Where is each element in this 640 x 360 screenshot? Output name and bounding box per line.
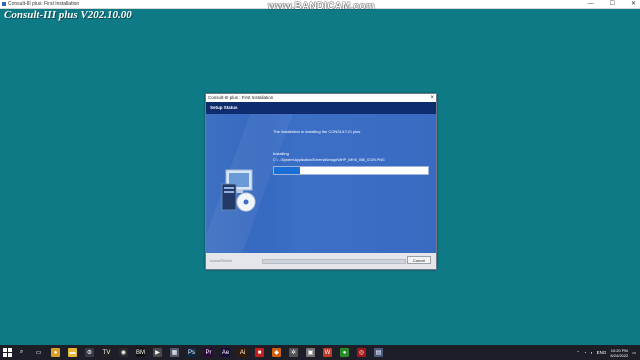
installer-dialog: Consult-III plus : First Installation × … [205,93,437,270]
footer-divider-bar [262,259,406,264]
cancel-button[interactable]: Cancel [407,256,431,264]
install-progress-fill [274,167,301,174]
window-controls: — ☐ ✕ [588,0,636,8]
illustrator-icon[interactable]: Ai [238,348,247,357]
clock-date: 8/24/2022 [610,352,629,358]
volume-icon[interactable]: ◖ [590,350,592,355]
minimize-button[interactable]: — [588,0,594,8]
status-label: Installing [273,151,289,156]
clock-time: 10:20 PM [610,347,628,353]
file-explorer-icon[interactable]: ▬ [68,348,77,357]
app-bm-icon[interactable]: BM [136,348,145,357]
app-orange-icon[interactable]: ◆ [272,348,281,357]
app-red-icon[interactable]: ■ [255,348,264,357]
start-button[interactable] [3,347,13,358]
recording-watermark: www.BANDICAM.com [268,1,375,12]
app-record-icon[interactable]: ◎ [357,348,366,357]
app-tv-icon[interactable]: TV [102,348,111,357]
premiere-icon[interactable]: Pr [204,348,213,357]
after-effects-icon[interactable]: Ae [221,348,230,357]
install-message: The installation is installing the CONSU… [273,129,362,134]
clock[interactable]: 10:20 PM 8/24/2022 [610,348,628,358]
system-tray: ⌃ ◔ ◖ ENG 10:20 PM 8/24/2022 ▭ [576,345,636,360]
overlay-title: Consult-III plus V202.10.00 [4,9,132,21]
app-icon [2,2,6,6]
chevron-up-icon[interactable]: ⌃ [576,350,579,355]
installer-title: Consult-III plus : First Installation [208,95,274,100]
chrome-icon[interactable]: ● [51,348,60,357]
settings-icon[interactable]: ⚙ [85,348,94,357]
computer-cd-illustration-icon [221,169,256,212]
app-installer-icon[interactable]: ▤ [374,348,383,357]
installer-body: The installation is installing the CONSU… [206,114,436,253]
installer-titlebar: Consult-III plus : First Installation × [206,94,436,102]
network-icon[interactable]: ◔ [584,350,586,355]
app-camera-icon[interactable]: ◉ [119,348,128,357]
notifications-icon[interactable]: ▭ [632,350,636,355]
footer-brand: InstallShield [210,258,232,263]
install-progress-bar [273,166,429,175]
app-green-icon[interactable]: ● [340,348,349,357]
photoshop-icon[interactable]: Ps [187,348,196,357]
current-file-path: C:\...\System\Application\External\Image… [273,158,385,162]
outer-window-title: Consult-III plus: First Installation [8,1,80,7]
app-gray-icon[interactable]: ▣ [306,348,315,357]
app-gear-icon[interactable]: ✲ [289,348,298,357]
language-indicator[interactable]: ENG [597,350,607,355]
search-icon[interactable]: ⌕ [17,348,26,357]
word-icon[interactable]: W [323,348,332,357]
taskbar: ⌕ ▭ ● ▬ ⚙ TV ◉ BM ▶ ▦ Ps Pr Ae Ai ■ ◆ ✲ ▣ W ● ◎ ▤ ⌃ ◔ ◖ ENG 1… [0,345,640,360]
task-view-icon[interactable]: ▭ [34,348,43,357]
app-grid-icon[interactable]: ▦ [170,348,179,357]
setup-status-header: Setup Status [206,102,436,114]
taskbar-icons: ⌕ ▭ ● ▬ ⚙ TV ◉ BM ▶ ▦ Ps Pr Ae Ai ■ ◆ ✲ ▣ W ● ◎ ▤ [13,348,387,357]
maximize-button[interactable]: ☐ [610,0,615,8]
installer-close-button[interactable]: × [430,94,434,102]
installer-footer: InstallShield Cancel [206,253,436,269]
close-button[interactable]: ✕ [631,0,636,8]
app-media-icon[interactable]: ▶ [153,348,162,357]
